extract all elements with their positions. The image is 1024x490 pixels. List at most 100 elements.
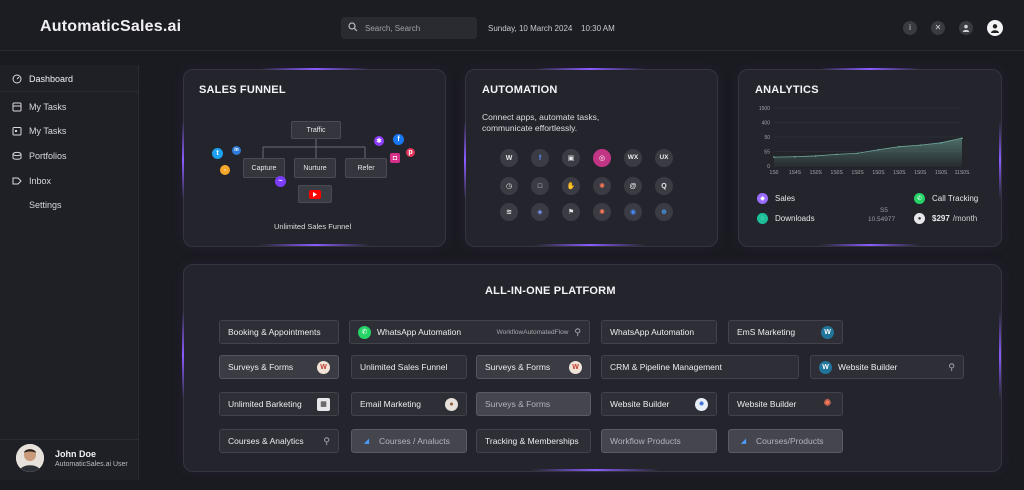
square-app-icon[interactable]: ▣	[562, 149, 580, 167]
downloads-icon: ◌	[757, 213, 768, 224]
search-box[interactable]	[341, 17, 477, 39]
gear-icon: ✹	[695, 397, 708, 411]
legend-sales[interactable]: ◆ Sales	[757, 193, 795, 204]
current-date: Sunday, 10 March 2024	[488, 24, 573, 33]
youtube-icon	[309, 189, 321, 199]
avatar: ●	[445, 397, 458, 411]
wordpress-icon: W	[819, 360, 832, 374]
card-glow	[999, 310, 1001, 400]
pill-courses-products[interactable]: ◢ Courses/Products	[728, 429, 843, 453]
pill-email-marketing[interactable]: Email Marketing ●	[351, 392, 467, 416]
user-profile[interactable]: John Doe AutomaticSales.ai User	[0, 439, 138, 481]
x-tick-label: 1S0S	[872, 170, 885, 176]
pill-surveys-forms-3[interactable]: Surveys & Forms	[476, 392, 591, 416]
snap-icon: ◦	[220, 165, 230, 175]
funnel-node-nurture[interactable]: Nurture	[294, 158, 336, 178]
pill-label: Unlimited Sales Funnel	[360, 362, 448, 372]
stat-small: 10.54977	[868, 216, 896, 223]
square-outline-icon[interactable]: □	[531, 177, 549, 195]
sidebar-item-my-tasks-2[interactable]: My Tasks	[12, 123, 66, 139]
clock-icon[interactable]: ◷	[500, 177, 518, 195]
x-tick-label: 11S0S	[955, 170, 970, 176]
y-tick-label: 400	[762, 121, 771, 127]
chrome-icon[interactable]: ◉	[624, 203, 642, 221]
flag-icon[interactable]: ⚑	[562, 203, 580, 221]
sidebar-item-inbox[interactable]: Inbox	[12, 173, 51, 189]
pill-booking[interactable]: Booking & Appointments	[219, 320, 339, 344]
y-tick-label: 50	[764, 135, 770, 141]
legend-label: Downloads	[775, 214, 815, 223]
y-tick-label: S5	[764, 150, 770, 156]
pill-unlimited-sales-funnel[interactable]: Unlimited Sales Funnel	[351, 355, 467, 379]
pill-crm-pipeline[interactable]: CRM & Pipeline Management	[601, 355, 799, 379]
wix-icon[interactable]: WX	[624, 149, 642, 167]
pill-tracking-memberships[interactable]: Tracking & Memberships	[476, 429, 591, 453]
funnel-caption: Unlimited Sales Funnel	[274, 222, 352, 231]
hubspot-icon[interactable]: ✺	[593, 203, 611, 221]
legend-call-tracking[interactable]: ✆ Call Tracking	[914, 193, 978, 204]
legend-price[interactable]: ● $297 /month	[914, 213, 977, 224]
pill-unlimited-barketing[interactable]: Unlimited Barketing ▦	[219, 392, 339, 416]
card-glow	[535, 68, 645, 70]
pill-label: Surveys & Forms	[485, 399, 551, 409]
twitter-icon: t	[212, 148, 223, 159]
brand-logo[interactable]: AutomaticSales.ai	[40, 18, 181, 36]
card-glow	[530, 469, 660, 471]
funnel-node-capture[interactable]: Capture	[243, 158, 285, 178]
pill-courses-analucts[interactable]: ◢ Courses / Analucts	[351, 429, 467, 453]
pinterest-icon: p	[406, 148, 415, 157]
pill-website-builder-2[interactable]: Website Builder ✹	[601, 392, 717, 416]
pill-label: WhatsApp Automation	[377, 327, 462, 337]
pill-whatsapp-automation[interactable]: ✆ WhatsApp Automation WorkflowAutomatedF…	[349, 320, 590, 344]
at-sign-icon[interactable]: @	[624, 177, 642, 195]
search-input[interactable]	[365, 17, 473, 39]
pill-label: Tracking & Memberships	[485, 436, 579, 446]
funnel-node-traffic[interactable]: Traffic	[291, 121, 341, 139]
pill-whatsapp-automation-2[interactable]: WhatsApp Automation	[601, 320, 717, 344]
hubspot-icon[interactable]: ✺	[593, 177, 611, 195]
pill-ems-marketing[interactable]: EmS Marketing W	[728, 320, 843, 344]
sidebar: Dashboard My Tasks My Tasks Portfolios I…	[0, 65, 139, 480]
close-icon[interactable]: ✕	[931, 21, 945, 35]
funnel-node-refer[interactable]: Refer	[345, 158, 387, 178]
sidebar-item-portfolios[interactable]: Portfolios	[12, 148, 67, 164]
info-icon[interactable]: i	[903, 21, 917, 35]
layers-icon[interactable]: ≋	[500, 203, 518, 221]
user-icon[interactable]	[959, 21, 973, 35]
wordpress-icon[interactable]: W	[500, 149, 518, 167]
pill-surveys-forms-2[interactable]: Surveys & Forms W	[476, 355, 591, 379]
pill-label: Unlimited Barketing	[228, 399, 302, 409]
data-point	[814, 155, 817, 157]
pill-website-builder[interactable]: W Website Builder ⚲	[810, 355, 964, 379]
avatar[interactable]	[16, 444, 44, 472]
sidebar-item-dashboard[interactable]: Dashboard	[12, 71, 73, 87]
sidebar-item-label: Settings	[29, 200, 62, 210]
ux-icon[interactable]: UX	[655, 149, 673, 167]
pill-label: Surveys & Forms	[485, 362, 551, 372]
profile-avatar-icon[interactable]	[987, 20, 1003, 36]
pill-label: EmS Marketing	[737, 327, 796, 337]
pill-surveys-forms[interactable]: Surveys & Forms W	[219, 355, 339, 379]
pill-label: Website Builder	[838, 362, 898, 372]
sidebar-item-my-tasks[interactable]: My Tasks	[12, 99, 66, 115]
calendar-icon	[12, 126, 22, 136]
portfolio-icon	[12, 151, 22, 161]
y-tick-label: 1500	[759, 106, 770, 112]
hand-icon[interactable]: ✋	[562, 177, 580, 195]
globe-icon[interactable]: ⊕	[655, 203, 673, 221]
messenger-icon: ~	[275, 176, 286, 187]
linkedin-icon: in	[232, 146, 241, 155]
analytics-chart[interactable]: 150040050S501S0 1S4S 1S0S 1S0S 1S0S 1S0S 1S0S 1…	[752, 104, 972, 180]
legend-label: Sales	[775, 194, 796, 203]
quora-icon[interactable]: Q	[655, 177, 673, 195]
facebook-icon[interactable]: f	[531, 149, 549, 167]
legend-downloads[interactable]: ◌ Downloads	[757, 213, 815, 224]
instagram-icon[interactable]: ◎	[593, 149, 611, 167]
funnel-video-node[interactable]	[298, 185, 332, 203]
pill-website-builder-3[interactable]: Website Builder ✺	[728, 392, 843, 416]
pill-courses-analytics[interactable]: Courses & Analytics ⚲	[219, 429, 339, 453]
stack-icon[interactable]: ◈	[531, 203, 549, 221]
pill-workflow-products[interactable]: Workflow Products	[601, 429, 717, 453]
divider	[0, 91, 138, 92]
sidebar-item-settings[interactable]: Settings	[29, 197, 62, 213]
